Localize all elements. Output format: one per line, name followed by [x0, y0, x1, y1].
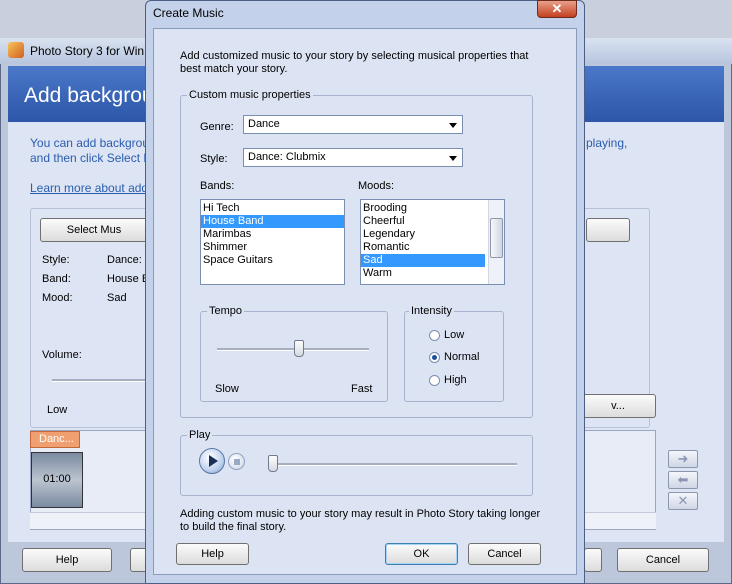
style-dropdown[interactable]: Dance: Clubmix [243, 148, 463, 167]
bands-label: Bands: [200, 180, 235, 192]
music-track-tab[interactable]: Danc... [30, 431, 80, 448]
intensity-low-label: Low [444, 329, 465, 341]
cancel-button[interactable]: Cancel [468, 543, 541, 565]
chevron-down-icon [449, 123, 457, 128]
bg-volume-low: Low [47, 404, 68, 416]
mood-item[interactable]: Warm [361, 267, 485, 280]
band-item[interactable]: Space Guitars [201, 254, 344, 267]
bands-list[interactable]: Hi Tech House Band Marimbas Shimmer Spac… [200, 199, 345, 285]
moods-label: Moods: [358, 180, 395, 192]
tempo-fast-label: Fast [351, 383, 373, 395]
tempo-label: Tempo [207, 305, 245, 317]
background-header-title: Add backgrou [24, 84, 154, 107]
ok-button[interactable]: OK [385, 543, 458, 565]
band-item[interactable]: Marimbas [201, 228, 344, 241]
background-window-title: Photo Story 3 for Win [30, 44, 145, 58]
dialog-title: Create Music [153, 6, 224, 20]
moods-scroll-thumb[interactable] [490, 218, 503, 258]
photo-story-app-icon [8, 42, 24, 58]
bg-mood-label: Mood: [42, 292, 73, 304]
play-icon[interactable] [199, 448, 225, 474]
background-description-2: and then click Select M [30, 151, 154, 165]
arrow-left-icon[interactable]: ⬅ [668, 471, 698, 489]
bg-next-button[interactable] [584, 548, 602, 572]
dialog-intro-line1: Add customized music to your story by se… [180, 50, 529, 62]
background-description-1-right: playing, [586, 136, 628, 150]
stop-icon[interactable] [228, 453, 245, 470]
play-label: Play [187, 429, 213, 441]
mood-item[interactable]: Romantic [361, 241, 485, 254]
dialog-intro-line2: best match your story. [180, 63, 288, 75]
select-music-button[interactable]: Select Mus [40, 218, 148, 242]
bg-help-button[interactable]: Help [22, 548, 112, 572]
band-item-selected[interactable]: House Band [201, 215, 344, 228]
moods-list[interactable]: Brooding Cheerful Legendary Romantic Sad… [360, 199, 505, 285]
bg-volume-label: Volume: [42, 349, 82, 361]
help-button[interactable]: Help [176, 543, 249, 565]
genre-label: Genre: [200, 121, 234, 133]
band-item[interactable]: Shimmer [201, 241, 344, 254]
delete-icon[interactable]: ✕ [668, 492, 698, 510]
dialog-note-line1: Adding custom music to your story may re… [180, 508, 541, 520]
bg-style-label: Style: [42, 254, 70, 266]
style-value: Dance: Clubmix [248, 151, 326, 163]
bg-style-value: Dance: [107, 254, 142, 266]
bg-band-label: Band: [42, 273, 71, 285]
create-music-button[interactable] [586, 218, 630, 242]
tempo-slider[interactable] [217, 348, 369, 351]
genre-dropdown[interactable]: Dance [243, 115, 463, 134]
tempo-slow-label: Slow [215, 383, 239, 395]
custom-music-group-label: Custom music properties [187, 89, 313, 101]
mood-item-selected[interactable]: Sad [361, 254, 485, 267]
band-item[interactable]: Hi Tech [201, 202, 344, 215]
style-label: Style: [200, 153, 228, 165]
moods-scrollbar[interactable] [488, 200, 504, 284]
intensity-normal-radio[interactable] [429, 352, 440, 363]
tempo-slider-thumb[interactable] [294, 340, 304, 357]
bg-volume-slider[interactable] [52, 379, 148, 382]
learn-more-link[interactable]: Learn more about add [30, 181, 148, 195]
close-icon[interactable]: ✕ [537, 0, 577, 18]
play-position-thumb[interactable] [268, 455, 278, 472]
play-position-slider[interactable] [272, 463, 517, 466]
mood-item[interactable]: Legendary [361, 228, 485, 241]
intensity-label: Intensity [409, 305, 454, 317]
intensity-high-radio[interactable] [429, 375, 440, 386]
timeline-thumbnail[interactable]: 01:00 [31, 452, 83, 508]
chevron-down-icon [449, 156, 457, 161]
background-description-1: You can add backgrou [30, 136, 149, 150]
genre-value: Dance [248, 118, 280, 130]
bg-cancel-button[interactable]: Cancel [617, 548, 709, 572]
mood-item[interactable]: Brooding [361, 202, 485, 215]
mood-item[interactable]: Cheerful [361, 215, 485, 228]
arrow-right-icon[interactable]: ➜ [668, 450, 698, 468]
bg-band-value: House B [107, 273, 150, 285]
thumbnail-time: 01:00 [43, 473, 71, 485]
bg-right-button[interactable]: v... [580, 394, 656, 418]
intensity-normal-label: Normal [444, 351, 480, 363]
intensity-high-label: High [444, 374, 467, 386]
intensity-low-radio[interactable] [429, 330, 440, 341]
dialog-note-line2: to build the final story. [180, 521, 287, 533]
bg-mood-value: Sad [107, 292, 127, 304]
